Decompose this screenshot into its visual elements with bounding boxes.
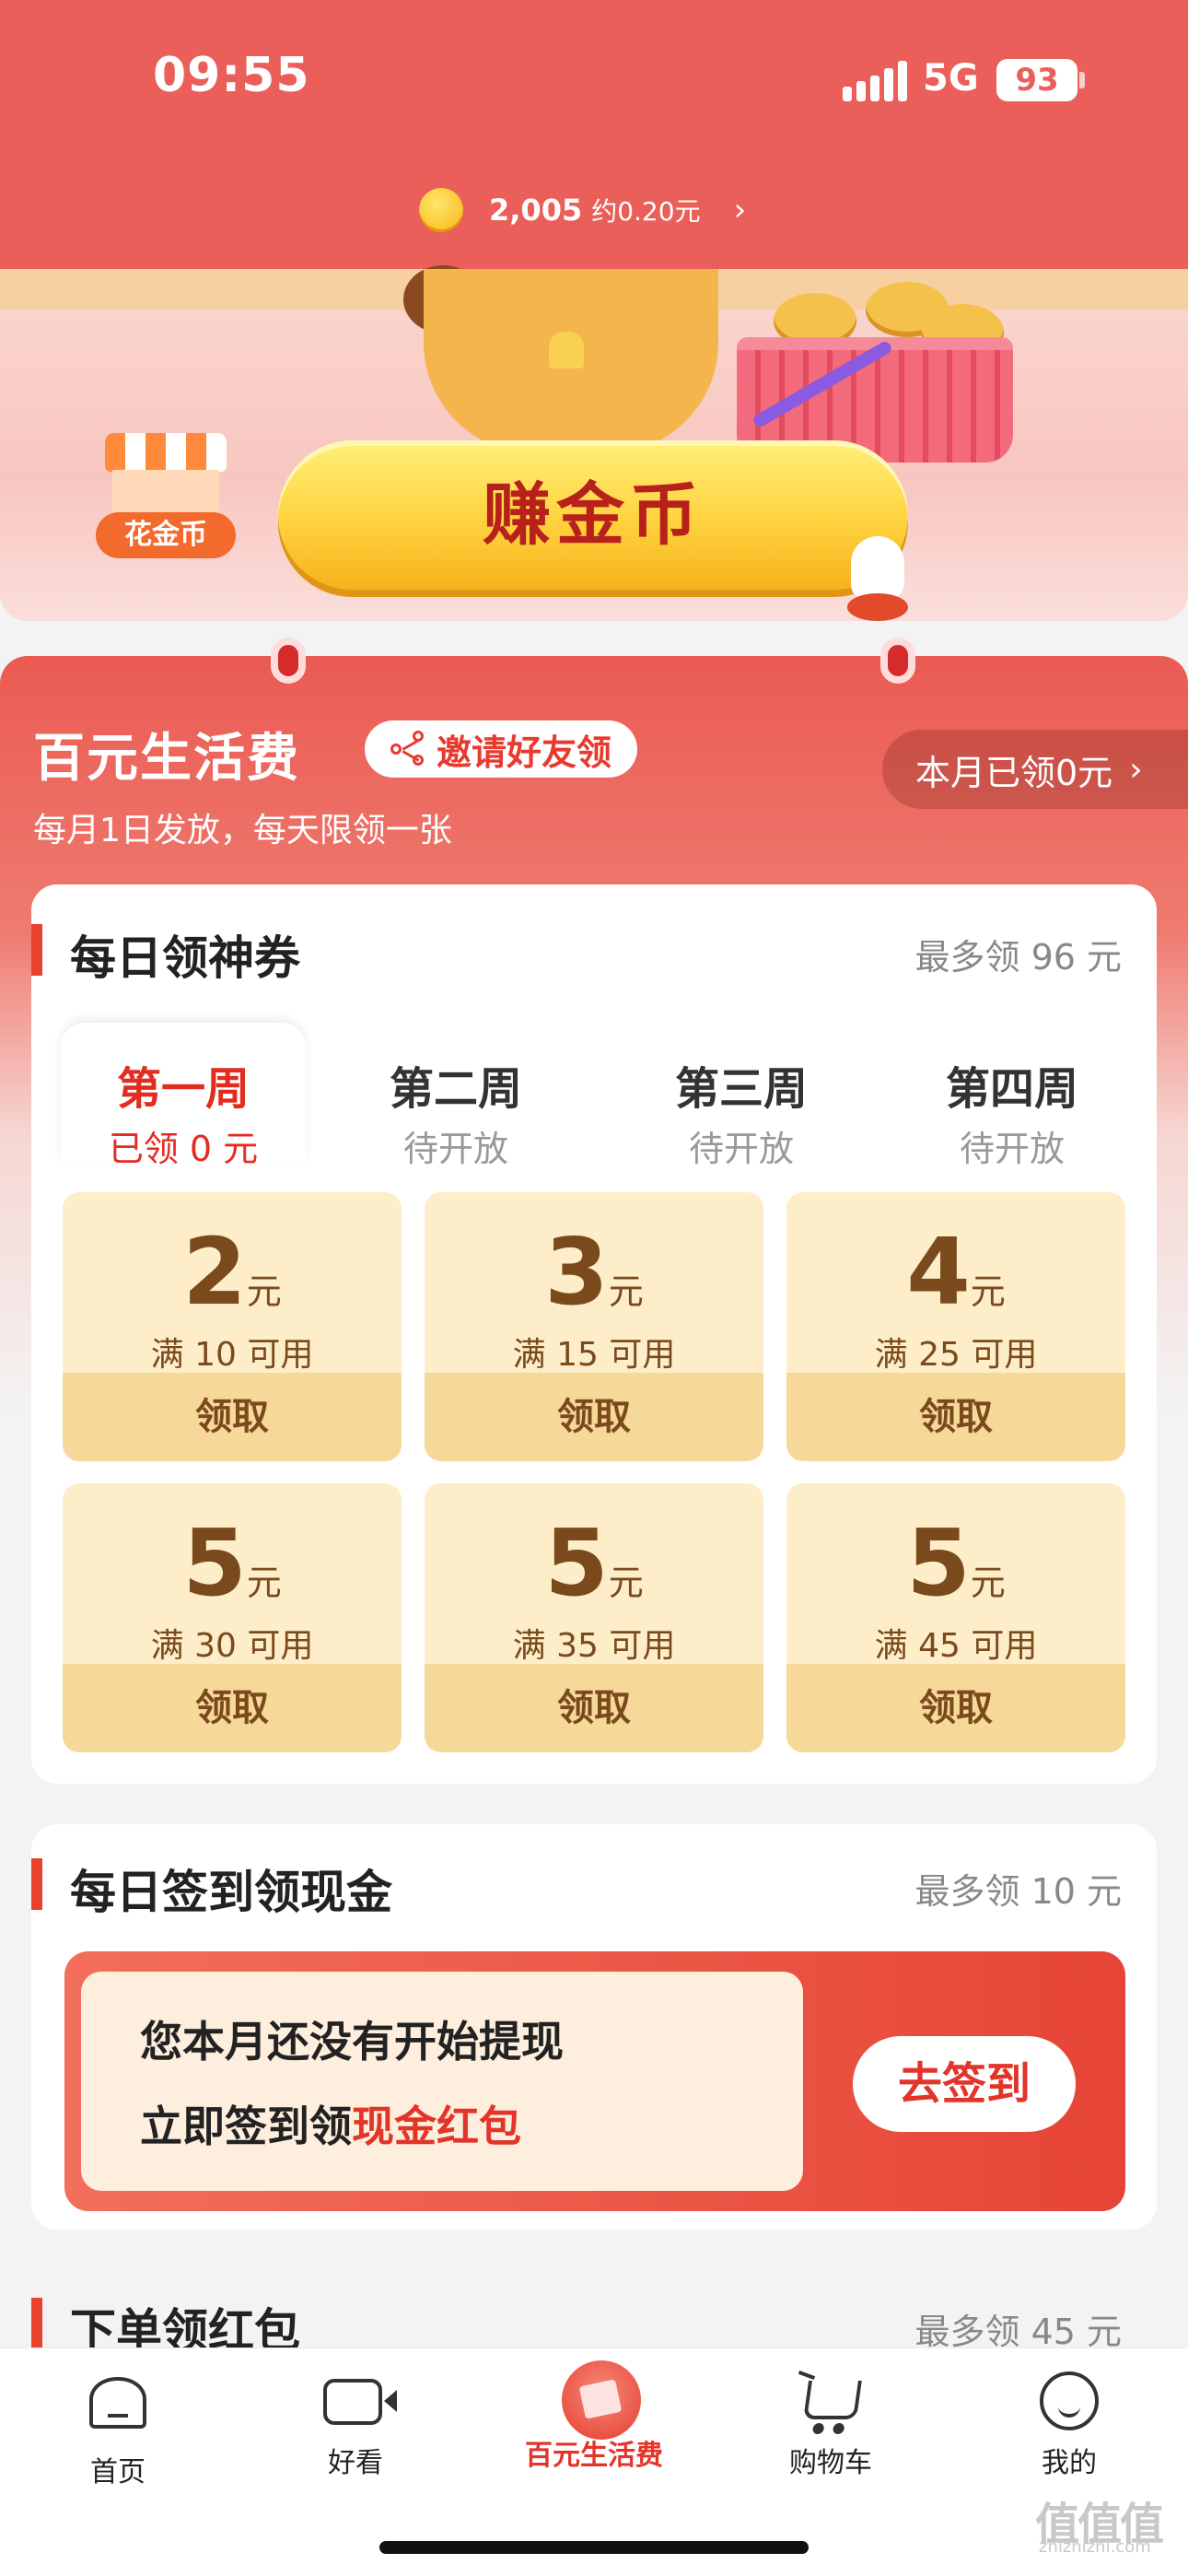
coupon-condition: 满 10 可用 — [150, 1336, 314, 1374]
living-fee-icon — [562, 2360, 641, 2440]
coupon-condition: 满 35 可用 — [512, 1627, 676, 1665]
cart-icon — [803, 2381, 862, 2419]
coupon-value: 4 — [906, 1218, 971, 1326]
battery-tip — [1079, 72, 1085, 88]
signin-prefix: 立即签到领 — [140, 2102, 352, 2151]
coin-value: 约0.20元 — [591, 196, 701, 227]
tab-label: 首页 — [90, 2456, 146, 2488]
claim-button[interactable]: 领取 — [63, 1664, 402, 1752]
coupon-condition: 满 45 可用 — [874, 1627, 1038, 1665]
coupon-5b: 5元 满 35 可用 领取 — [425, 1483, 763, 1752]
week-status: 待开放 — [688, 1129, 794, 1169]
tab-label: 购物车 — [789, 2447, 872, 2479]
coupon-3: 3元 满 15 可用 领取 — [425, 1192, 763, 1461]
section-max: 最多领 10 元 — [914, 1871, 1122, 1912]
claim-button[interactable]: 领取 — [425, 1664, 763, 1752]
signin-message-line1: 您本月还没有开始提现 — [140, 2017, 564, 2067]
living-fee-subtitle: 每月1日发放，每天限领一张 — [33, 812, 452, 849]
battery-icon: 93 — [996, 59, 1077, 101]
tab-week-3[interactable]: 第三周 待开放 — [619, 1052, 864, 1171]
coupon-unit: 元 — [246, 1271, 282, 1312]
signin-highlight: 现金红包 — [352, 2102, 521, 2151]
coupon-value: 2 — [182, 1218, 247, 1326]
week-name: 第一周 — [116, 1063, 250, 1115]
coupon-value: 3 — [544, 1218, 609, 1326]
tab-week-4[interactable]: 第四周 待开放 — [890, 1052, 1135, 1171]
coupon-condition: 满 15 可用 — [512, 1336, 676, 1374]
home-icon — [89, 2377, 146, 2429]
tab-week-1[interactable]: 第一周 已领 0 元 — [61, 1052, 306, 1171]
chevron-right-icon: › — [733, 192, 747, 228]
section-marker — [31, 2298, 42, 2349]
coupon-unit: 元 — [246, 1563, 282, 1603]
claimed-label: 本月已领0元 — [915, 752, 1113, 793]
claimed-this-month[interactable]: 本月已领0元 › — [882, 730, 1188, 809]
section-max: 最多领 96 元 — [914, 937, 1122, 978]
coupon-unit: 元 — [608, 1271, 644, 1312]
coupon-condition: 满 25 可用 — [874, 1336, 1038, 1374]
tab-living-fee[interactable]: 百元生活费 — [502, 2360, 686, 2473]
shop-label: 花金币 — [96, 512, 236, 558]
coupon-unit: 元 — [608, 1563, 644, 1603]
pointing-hand-icon — [842, 536, 915, 625]
claim-button[interactable]: 领取 — [425, 1373, 763, 1461]
section-marker — [31, 1858, 42, 1910]
go-signin-button[interactable]: 去签到 — [853, 2036, 1076, 2132]
coupon-unit: 元 — [970, 1271, 1006, 1312]
coin-count: 2,005 — [489, 193, 583, 228]
network-label: 5G — [923, 57, 979, 100]
section-title: 每日签到领现金 — [70, 1866, 392, 1919]
coupon-4: 4元 满 25 可用 领取 — [786, 1192, 1125, 1461]
status-time: 09:55 — [153, 48, 310, 103]
earn-coins-button[interactable]: 赚金币 — [278, 440, 908, 590]
coin-balance[interactable]: 2,005 约0.20元 › — [419, 184, 746, 236]
coupon-value: 5 — [182, 1509, 247, 1617]
week-status: 已领 0 元 — [108, 1129, 259, 1169]
bell-icon — [549, 332, 584, 369]
coupon-unit: 元 — [970, 1563, 1006, 1603]
week-name: 第二周 — [389, 1063, 522, 1115]
coupon-2: 2元 满 10 可用 领取 — [63, 1192, 402, 1461]
coupon-5c: 5元 满 45 可用 领取 — [786, 1483, 1125, 1752]
tab-me[interactable]: 我的 — [977, 2368, 1161, 2480]
watermark-url: zhizhizhi.com — [1039, 2537, 1151, 2557]
pin-icon — [271, 638, 306, 684]
coupon-value: 5 — [906, 1509, 971, 1617]
week-status: 待开放 — [959, 1129, 1065, 1169]
invite-label: 邀请好友领 — [437, 732, 612, 773]
profile-icon — [1040, 2371, 1099, 2430]
tab-label: 好看 — [328, 2447, 383, 2479]
section-title: 每日领神券 — [70, 931, 300, 985]
claim-button[interactable]: 领取 — [786, 1373, 1125, 1461]
share-icon — [390, 731, 427, 767]
tab-week-2[interactable]: 第二周 待开放 — [333, 1052, 578, 1171]
signin-message-line2: 立即签到领现金红包 — [140, 2093, 521, 2154]
tab-video[interactable]: 好看 — [263, 2368, 448, 2480]
week-name: 第三周 — [674, 1063, 808, 1115]
signal-icon — [843, 61, 907, 101]
home-indicator — [379, 2541, 809, 2554]
coupon-condition: 满 30 可用 — [150, 1627, 314, 1665]
video-icon — [323, 2379, 397, 2425]
section-max: 最多领 45 元 — [914, 2312, 1122, 2352]
invite-friends-button[interactable]: 邀请好友领 — [365, 720, 638, 778]
tab-home[interactable]: 首页 — [26, 2368, 210, 2489]
section-marker — [31, 924, 42, 976]
claim-button[interactable]: 领取 — [63, 1373, 402, 1461]
tab-label: 我的 — [1042, 2447, 1097, 2479]
living-fee-title: 百元生活费 — [33, 729, 300, 789]
coupon-5a: 5元 满 30 可用 领取 — [63, 1483, 402, 1752]
week-name: 第四周 — [945, 1063, 1078, 1115]
spend-coins-shop[interactable]: 花金币 — [96, 433, 236, 562]
coupon-value: 5 — [544, 1509, 609, 1617]
chevron-right-icon: › — [1129, 750, 1143, 789]
tab-cart[interactable]: 购物车 — [739, 2368, 923, 2480]
coin-icon — [419, 188, 463, 232]
signin-message-box — [81, 1972, 803, 2191]
pin-icon — [880, 638, 915, 684]
claim-button[interactable]: 领取 — [786, 1664, 1125, 1752]
shop-icon — [105, 433, 227, 472]
week-status: 待开放 — [402, 1129, 508, 1169]
